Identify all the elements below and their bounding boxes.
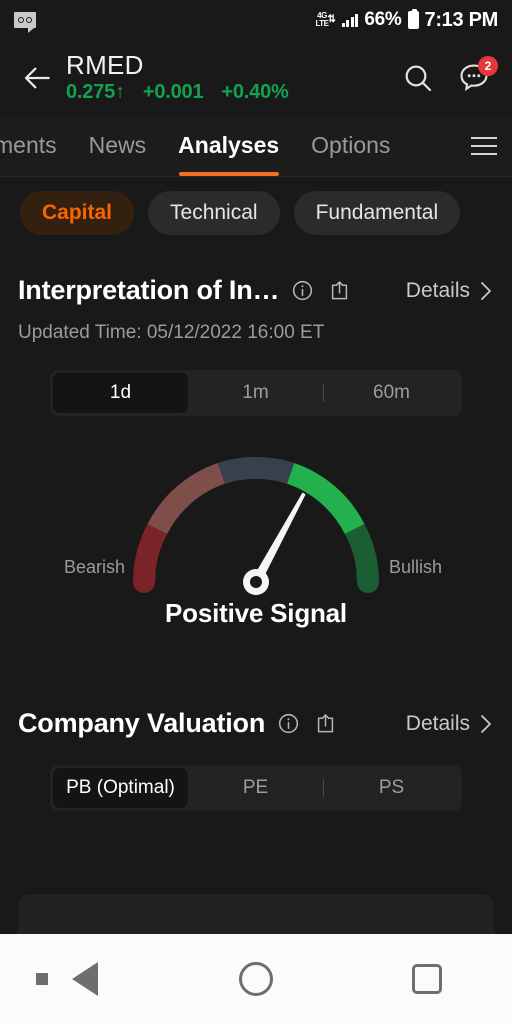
gauge-seg-neutral bbox=[217, 456, 295, 484]
info-icon bbox=[293, 280, 313, 301]
menu-dot-icon[interactable] bbox=[36, 973, 48, 985]
ticker-change: +0.001 bbox=[142, 81, 204, 104]
updated-time: Updated Time: 05/12/2022 16:00 ET bbox=[18, 322, 325, 343]
company-valuation-title: Company Valuation bbox=[18, 708, 266, 738]
interpretation-details-label: Details bbox=[405, 278, 470, 302]
interpretation-share-button[interactable] bbox=[328, 279, 351, 302]
chip-technical-label: Technical bbox=[170, 201, 258, 224]
share-icon bbox=[332, 281, 348, 300]
period-1d[interactable]: 1d bbox=[53, 373, 188, 413]
tab-analyses-label: Analyses bbox=[178, 132, 280, 158]
network-4g-lte-icon: 4G LTE ⇅ bbox=[315, 12, 335, 28]
nav-recents-button[interactable] bbox=[341, 964, 512, 994]
ticker-change-percent: +0.40% bbox=[221, 81, 289, 104]
interpretation-title: Interpretation of In… bbox=[18, 275, 280, 305]
status-bar-left bbox=[14, 12, 36, 33]
voicemail-icon bbox=[14, 12, 36, 33]
chevron-right-icon bbox=[481, 714, 491, 733]
chat-button[interactable]: 2 bbox=[454, 55, 498, 98]
interpretation-details-link[interactable]: Details bbox=[406, 279, 494, 303]
back-arrow-icon bbox=[24, 67, 50, 88]
period-60m-label: 60m bbox=[373, 382, 410, 403]
battery-icon bbox=[407, 9, 419, 29]
nav-recents-square-icon bbox=[411, 964, 442, 994]
metric-ps[interactable]: PS bbox=[324, 768, 459, 808]
period-1m-label: 1m bbox=[242, 382, 269, 403]
android-nav-bar bbox=[0, 934, 512, 1024]
gauge-label-bullish: Bullish bbox=[388, 557, 442, 577]
tab-analyses[interactable]: Analyses bbox=[162, 115, 295, 176]
hamburger-menu-button[interactable] bbox=[456, 115, 512, 176]
tab-comments[interactable]: ments bbox=[0, 115, 73, 176]
tab-news[interactable]: News bbox=[73, 115, 163, 176]
period-segmented-control: 1d 1m 60m bbox=[50, 370, 462, 416]
status-bar-clock: 7:13 PM bbox=[424, 8, 499, 31]
ticker-price: 0.275↑ bbox=[66, 81, 125, 104]
company-valuation-share-button[interactable] bbox=[314, 712, 337, 735]
header-actions: 2 bbox=[398, 55, 498, 98]
gauge-seg-bearish bbox=[147, 462, 226, 535]
metric-pb-label: PB (Optimal) bbox=[66, 777, 175, 798]
period-1d-label: 1d bbox=[109, 382, 132, 403]
company-valuation-details-link[interactable]: Details bbox=[406, 712, 494, 736]
app-root: 4G LTE ⇅ 66% 7:13 PM RMED 0.275↑ +0.001 … bbox=[0, 0, 512, 1024]
valuation-chart-card[interactable] bbox=[18, 894, 494, 934]
network-arrows-icon: ⇅ bbox=[327, 14, 336, 25]
gauge-svg bbox=[133, 456, 379, 595]
chip-capital[interactable]: Capital bbox=[20, 191, 135, 235]
tab-news-label: News bbox=[88, 132, 147, 158]
chip-technical[interactable]: Technical bbox=[148, 191, 280, 235]
interpretation-info-button[interactable] bbox=[291, 279, 314, 302]
metric-ps-label: PS bbox=[378, 777, 405, 798]
gauge-needle bbox=[243, 492, 306, 595]
hamburger-menu-icon bbox=[471, 136, 497, 139]
chip-capital-label: Capital bbox=[42, 201, 113, 224]
nav-home-circle-icon bbox=[239, 962, 273, 996]
scroll-content[interactable]: Interpretation of In… Details Updated Ti… bbox=[0, 249, 512, 934]
valuation-metric-selector-wrap: PB (Optimal) PE PS bbox=[0, 765, 512, 811]
metric-pe-label: PE bbox=[242, 777, 269, 798]
nav-back-triangle-icon bbox=[72, 962, 99, 996]
tab-options[interactable]: Options bbox=[295, 115, 406, 176]
status-bar-right: 4G LTE ⇅ 66% 7:13 PM bbox=[315, 9, 498, 32]
ticker-quote-row: 0.275↑ +0.001 +0.40% bbox=[66, 81, 289, 104]
company-valuation-info-button[interactable] bbox=[277, 712, 300, 735]
category-chip-row: Capital Technical Fundamental bbox=[0, 177, 512, 249]
battery-percent: 66% bbox=[364, 9, 402, 30]
tab-options-label: Options bbox=[311, 132, 391, 158]
period-60m[interactable]: 60m bbox=[324, 373, 459, 413]
signal-bars-icon bbox=[341, 13, 359, 27]
valuation-segmented-control: PB (Optimal) PE PS bbox=[50, 765, 462, 811]
ticker-symbol: RMED bbox=[66, 49, 144, 80]
company-valuation-details-label: Details bbox=[405, 711, 470, 735]
company-valuation-header: Company Valuation Details bbox=[0, 708, 512, 739]
chevron-right-icon bbox=[481, 281, 491, 300]
nav-tab-bar: ments News Analyses Options bbox=[0, 115, 512, 177]
gauge-signal-text: Positive Signal bbox=[165, 598, 347, 628]
period-1m[interactable]: 1m bbox=[188, 373, 323, 413]
search-button[interactable] bbox=[398, 58, 438, 98]
chat-badge: 2 bbox=[478, 55, 498, 76]
nav-home-button[interactable] bbox=[171, 962, 342, 996]
status-bar: 4G LTE ⇅ 66% 7:13 PM bbox=[0, 0, 512, 40]
period-selector-wrap: 1d 1m 60m bbox=[0, 370, 512, 416]
ticker-block[interactable]: RMED 0.275↑ +0.001 +0.40% bbox=[66, 49, 289, 105]
metric-pb[interactable]: PB (Optimal) bbox=[53, 768, 188, 808]
tab-comments-label: ments bbox=[0, 132, 57, 158]
interpretation-header: Interpretation of In… Details bbox=[0, 275, 512, 306]
share-icon bbox=[317, 714, 334, 733]
search-icon bbox=[405, 65, 432, 91]
sentiment-gauge: Bearish Bullish Positive Signal bbox=[0, 442, 512, 672]
chip-fundamental[interactable]: Fundamental bbox=[293, 191, 461, 235]
nav-back-button[interactable] bbox=[0, 962, 171, 996]
back-button[interactable] bbox=[16, 56, 60, 100]
app-header: RMED 0.275↑ +0.001 +0.40% 2 bbox=[0, 40, 512, 115]
metric-pe[interactable]: PE bbox=[188, 768, 323, 808]
chip-fundamental-label: Fundamental bbox=[315, 201, 439, 224]
info-icon bbox=[279, 713, 299, 734]
gauge-label-bearish: Bearish bbox=[64, 557, 126, 577]
